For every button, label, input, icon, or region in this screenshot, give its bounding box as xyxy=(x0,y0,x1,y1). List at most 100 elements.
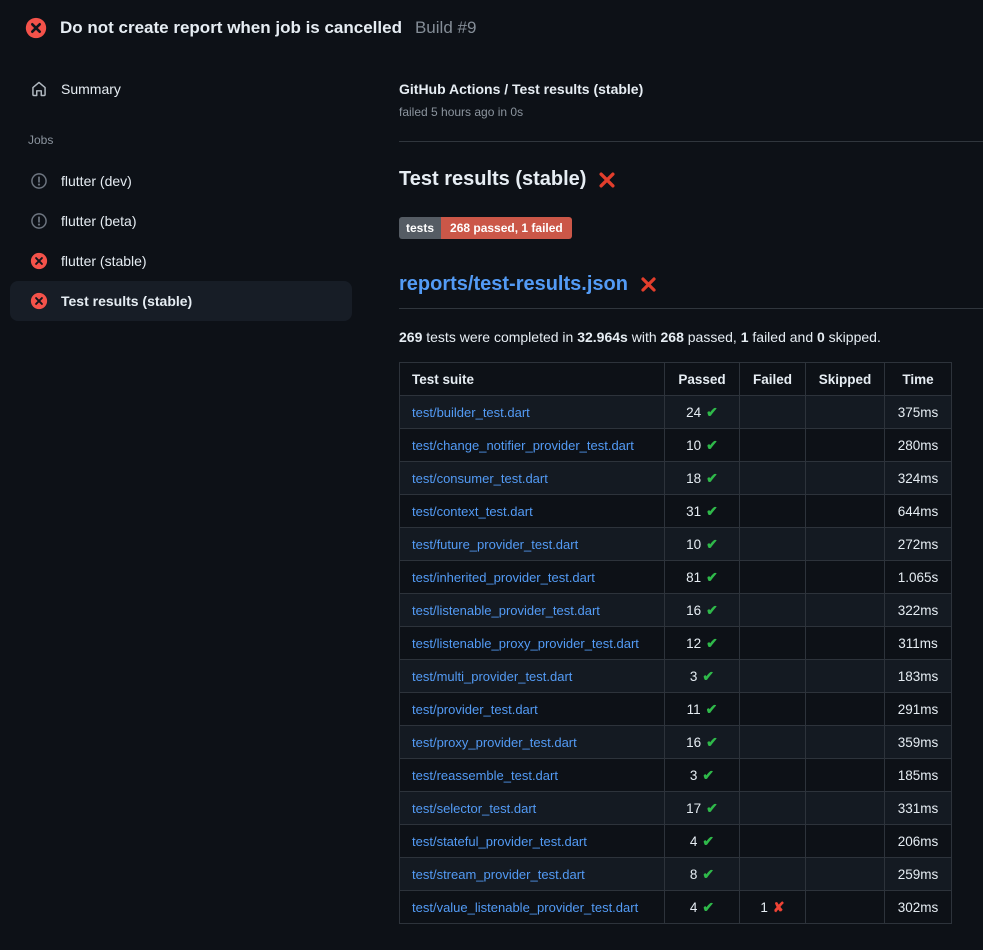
table-row: test/builder_test.dart24✔375ms xyxy=(400,396,952,429)
summary-segment: 269 xyxy=(399,329,422,345)
time-cell: 185ms xyxy=(885,759,952,792)
suite-link[interactable]: test/listenable_proxy_provider_test.dart xyxy=(412,636,639,651)
suite-cell: test/proxy_provider_test.dart xyxy=(400,726,665,759)
passed-count: 4 xyxy=(690,900,698,915)
skipped-cell xyxy=(806,396,885,429)
time-value: 183ms xyxy=(898,669,939,684)
time-value: 206ms xyxy=(898,834,939,849)
time-value: 359ms xyxy=(898,735,939,750)
suite-cell: test/reassemble_test.dart xyxy=(400,759,665,792)
skipped-cell xyxy=(806,891,885,924)
suite-link[interactable]: test/reassemble_test.dart xyxy=(412,768,558,783)
check-icon: ✔ xyxy=(702,767,714,783)
time-cell: 206ms xyxy=(885,825,952,858)
table-row: test/listenable_proxy_provider_test.dart… xyxy=(400,627,952,660)
passed-cell: 81✔ xyxy=(665,561,740,594)
suite-link[interactable]: test/provider_test.dart xyxy=(412,702,538,717)
suite-link[interactable]: test/change_notifier_provider_test.dart xyxy=(412,438,634,453)
cross-icon: ✘ xyxy=(773,899,785,915)
suite-link[interactable]: test/future_provider_test.dart xyxy=(412,537,578,552)
table-header-row: Test suite Passed Failed Skipped Time xyxy=(400,363,952,396)
time-value: 272ms xyxy=(898,537,939,552)
suite-link[interactable]: test/selector_test.dart xyxy=(412,801,536,816)
suite-link[interactable]: test/consumer_test.dart xyxy=(412,471,548,486)
skipped-cell xyxy=(806,825,885,858)
suite-link[interactable]: test/value_listenable_provider_test.dart xyxy=(412,900,638,915)
table-row: test/value_listenable_provider_test.dart… xyxy=(400,891,952,924)
suite-link[interactable]: test/inherited_provider_test.dart xyxy=(412,570,595,585)
table-row: test/proxy_provider_test.dart16✔359ms xyxy=(400,726,952,759)
time-cell: 272ms xyxy=(885,528,952,561)
suite-cell: test/inherited_provider_test.dart xyxy=(400,561,665,594)
col-header-test-suite: Test suite xyxy=(400,363,665,396)
col-header-time: Time xyxy=(885,363,952,396)
sidebar-job-item[interactable]: Test results (stable) xyxy=(10,281,352,321)
suite-link[interactable]: test/context_test.dart xyxy=(412,504,533,519)
check-icon: ✔ xyxy=(706,536,718,552)
suite-link[interactable]: test/listenable_provider_test.dart xyxy=(412,603,600,618)
skipped-cell xyxy=(806,462,885,495)
check-icon: ✔ xyxy=(706,569,718,585)
summary-segment: 1 xyxy=(741,329,749,345)
time-cell: 183ms xyxy=(885,660,952,693)
time-value: 324ms xyxy=(898,471,939,486)
skipped-cell xyxy=(806,693,885,726)
failed-cell xyxy=(740,792,806,825)
suite-cell: test/change_notifier_provider_test.dart xyxy=(400,429,665,462)
tests-badge-value: 268 passed, 1 failed xyxy=(441,217,572,239)
passed-count: 10 xyxy=(686,438,701,453)
suite-link[interactable]: test/proxy_provider_test.dart xyxy=(412,735,577,750)
check-icon: ✔ xyxy=(706,470,718,486)
table-row: test/provider_test.dart11✔291ms xyxy=(400,693,952,726)
time-value: 1.065s xyxy=(898,570,939,585)
check-icon: ✔ xyxy=(702,833,714,849)
failed-cell xyxy=(740,693,806,726)
sidebar-job-item[interactable]: flutter (beta) xyxy=(10,201,352,241)
passed-cell: 10✔ xyxy=(665,528,740,561)
sidebar-item-summary[interactable]: Summary xyxy=(10,75,352,103)
suite-cell: test/listenable_provider_test.dart xyxy=(400,594,665,627)
skipped-cell xyxy=(806,726,885,759)
skipped-cell xyxy=(806,594,885,627)
main-content: GitHub Actions / Test results (stable) f… xyxy=(370,51,983,924)
passed-cell: 8✔ xyxy=(665,858,740,891)
check-icon: ✔ xyxy=(706,800,718,816)
suite-cell: test/selector_test.dart xyxy=(400,792,665,825)
check-icon: ✔ xyxy=(702,866,714,882)
time-cell: 324ms xyxy=(885,462,952,495)
results-table-body: test/builder_test.dart24✔375ms test/chang… xyxy=(400,396,952,924)
time-cell: 259ms xyxy=(885,858,952,891)
suite-cell: test/future_provider_test.dart xyxy=(400,528,665,561)
passed-count: 16 xyxy=(686,603,701,618)
report-file-link[interactable]: reports/test-results.json xyxy=(399,273,628,296)
suite-link[interactable]: test/stream_provider_test.dart xyxy=(412,867,585,882)
failed-x-icon xyxy=(598,171,616,189)
time-cell: 302ms xyxy=(885,891,952,924)
summary-line: 269 tests were completed in 32.964s with… xyxy=(399,329,951,345)
skipped-cell xyxy=(806,495,885,528)
skipped-cell xyxy=(806,429,885,462)
failed-cell xyxy=(740,462,806,495)
check-icon: ✔ xyxy=(706,404,718,420)
passed-count: 31 xyxy=(686,504,701,519)
suite-link[interactable]: test/builder_test.dart xyxy=(412,405,530,420)
time-value: 311ms xyxy=(898,636,938,651)
sidebar-job-item[interactable]: flutter (stable) xyxy=(10,241,352,281)
check-icon: ✔ xyxy=(702,668,714,684)
home-icon xyxy=(30,80,48,98)
sidebar-summary-label: Summary xyxy=(61,81,121,97)
build-number: Build #9 xyxy=(415,18,476,38)
col-header-skipped: Skipped xyxy=(806,363,885,396)
suite-link[interactable]: test/multi_provider_test.dart xyxy=(412,669,572,684)
passed-cell: 31✔ xyxy=(665,495,740,528)
failed-cell xyxy=(740,495,806,528)
sidebar-job-label: Test results (stable) xyxy=(61,293,192,309)
table-row: test/inherited_provider_test.dart 81✔ 1.06… xyxy=(400,561,952,594)
failed-cell: 1✘ xyxy=(740,891,806,924)
time-value: 322ms xyxy=(898,603,939,618)
failed-status-icon xyxy=(30,292,48,310)
sidebar-job-item[interactable]: flutter (dev) xyxy=(10,161,352,201)
suite-link[interactable]: test/stateful_provider_test.dart xyxy=(412,834,587,849)
failed-cell xyxy=(740,627,806,660)
check-icon: ✔ xyxy=(702,899,714,915)
